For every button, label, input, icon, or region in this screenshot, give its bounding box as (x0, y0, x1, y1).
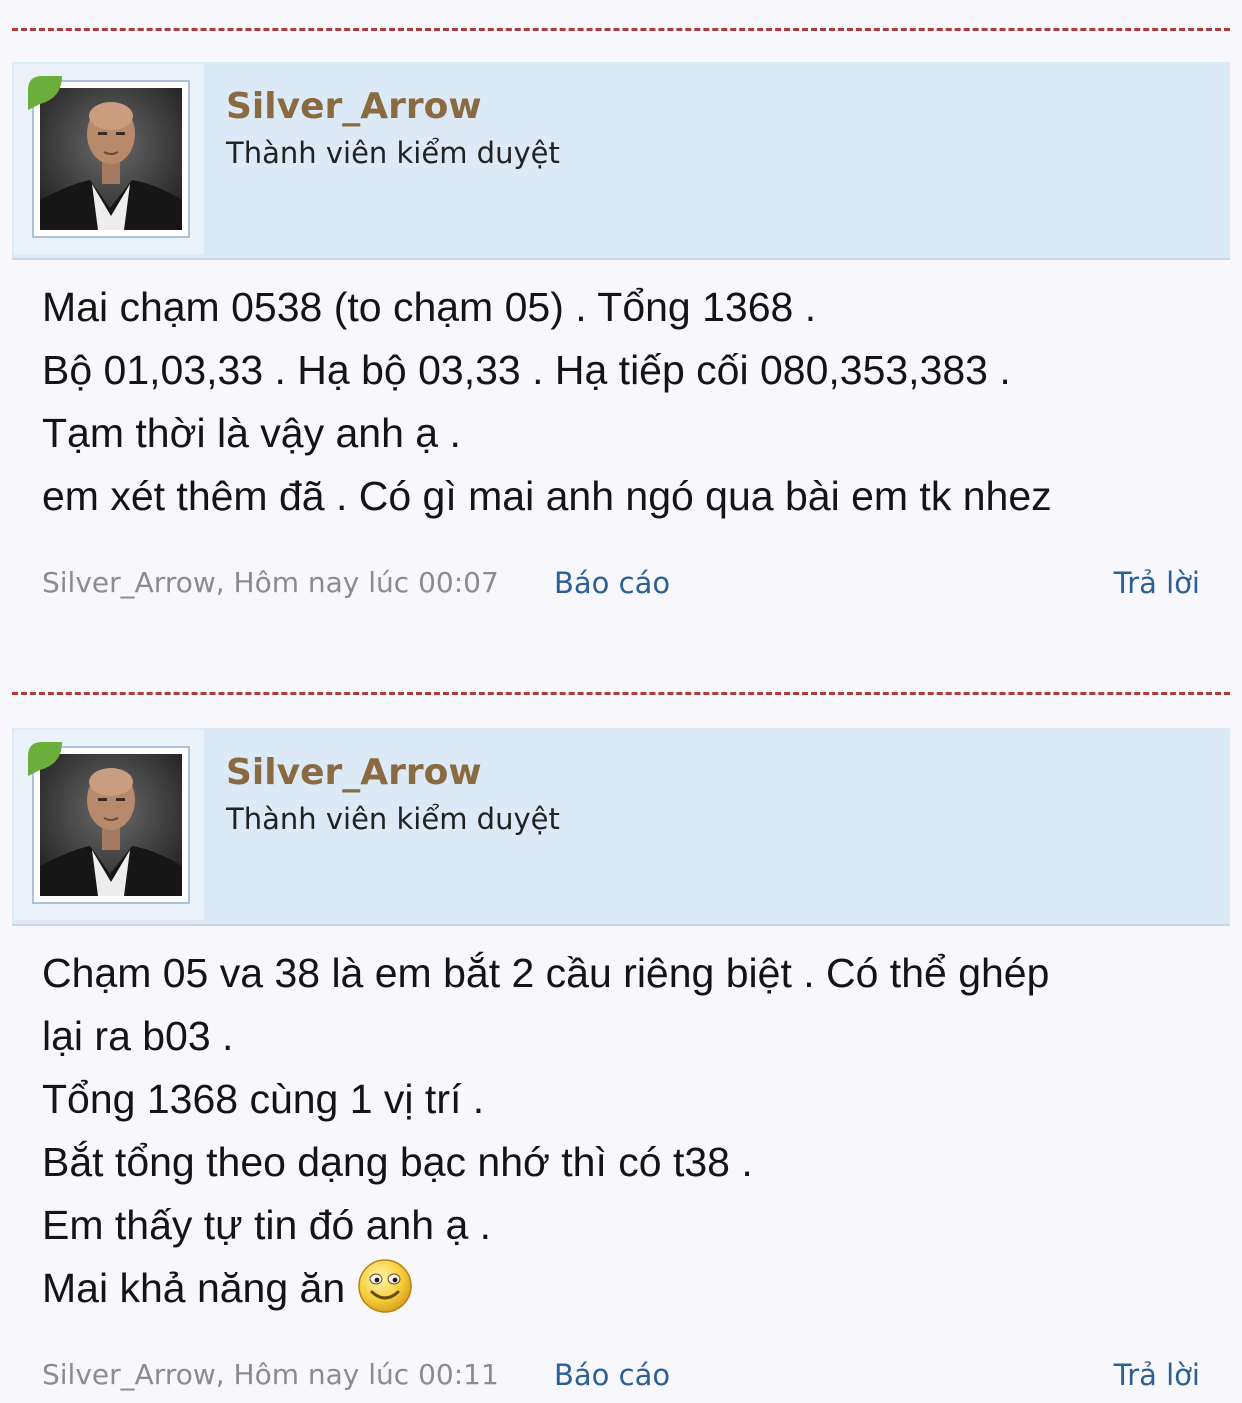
online-indicator-icon (28, 742, 62, 776)
online-indicator-icon (28, 76, 62, 110)
post-divider (12, 692, 1230, 695)
message-line-text: Mai khả năng ăn (42, 1265, 346, 1311)
post-meta: Silver_Arrow, Hôm nay lúc 00:11 (42, 1358, 499, 1391)
username-link[interactable]: Silver_Arrow (226, 752, 482, 793)
report-link[interactable]: Báo cáo (554, 566, 670, 600)
post-meta: Silver_Arrow, Hôm nay lúc 00:07 (42, 566, 499, 599)
message-line: Chạm 05 va 38 là em bắt 2 cầu riêng biệt… (42, 950, 1050, 996)
post-message: Chạm 05 va 38 là em bắt 2 cầu riêng biệt… (42, 942, 1202, 1320)
message-line: Tạm thời là vậy anh ạ . (42, 410, 461, 456)
post-message: Mai chạm 0538 (to chạm 05) . Tổng 1368 .… (42, 276, 1202, 528)
message-line: Bộ 01,03,33 . Hạ bộ 03,33 . Hạ tiếp cối … (42, 347, 1011, 393)
username-link[interactable]: Silver_Arrow (226, 86, 482, 127)
post-user-info: Silver_Arrow Thành viên kiểm duyệt (12, 728, 1230, 926)
message-line: Mai chạm 0538 (to chạm 05) . Tổng 1368 . (42, 284, 817, 330)
avatar-container (14, 730, 204, 920)
message-line: lại ra b03 . (42, 1013, 234, 1059)
message-line: Bắt tổng theo dạng bạc nhớ thì có t38 . (42, 1139, 753, 1185)
user-title: Thành viên kiểm duyệt (226, 802, 560, 836)
message-line: em xét thêm đã . Có gì mai anh ngó qua b… (42, 473, 1052, 519)
reply-link[interactable]: Trả lời (1114, 1358, 1200, 1392)
user-title: Thành viên kiểm duyệt (226, 136, 560, 170)
report-link[interactable]: Báo cáo (554, 1358, 670, 1392)
message-line: Mai khả năng ăn (42, 1257, 1202, 1320)
post-user-info: Silver_Arrow Thành viên kiểm duyệt (12, 62, 1230, 260)
message-line: Tổng 1368 cùng 1 vị trí . (42, 1076, 485, 1122)
message-line: Em thấy tự tin đó anh ạ . (42, 1202, 492, 1248)
post-divider (12, 28, 1230, 31)
smiley-emoticon-icon (358, 1259, 412, 1313)
avatar-container (14, 64, 204, 254)
reply-link[interactable]: Trả lời (1114, 566, 1200, 600)
